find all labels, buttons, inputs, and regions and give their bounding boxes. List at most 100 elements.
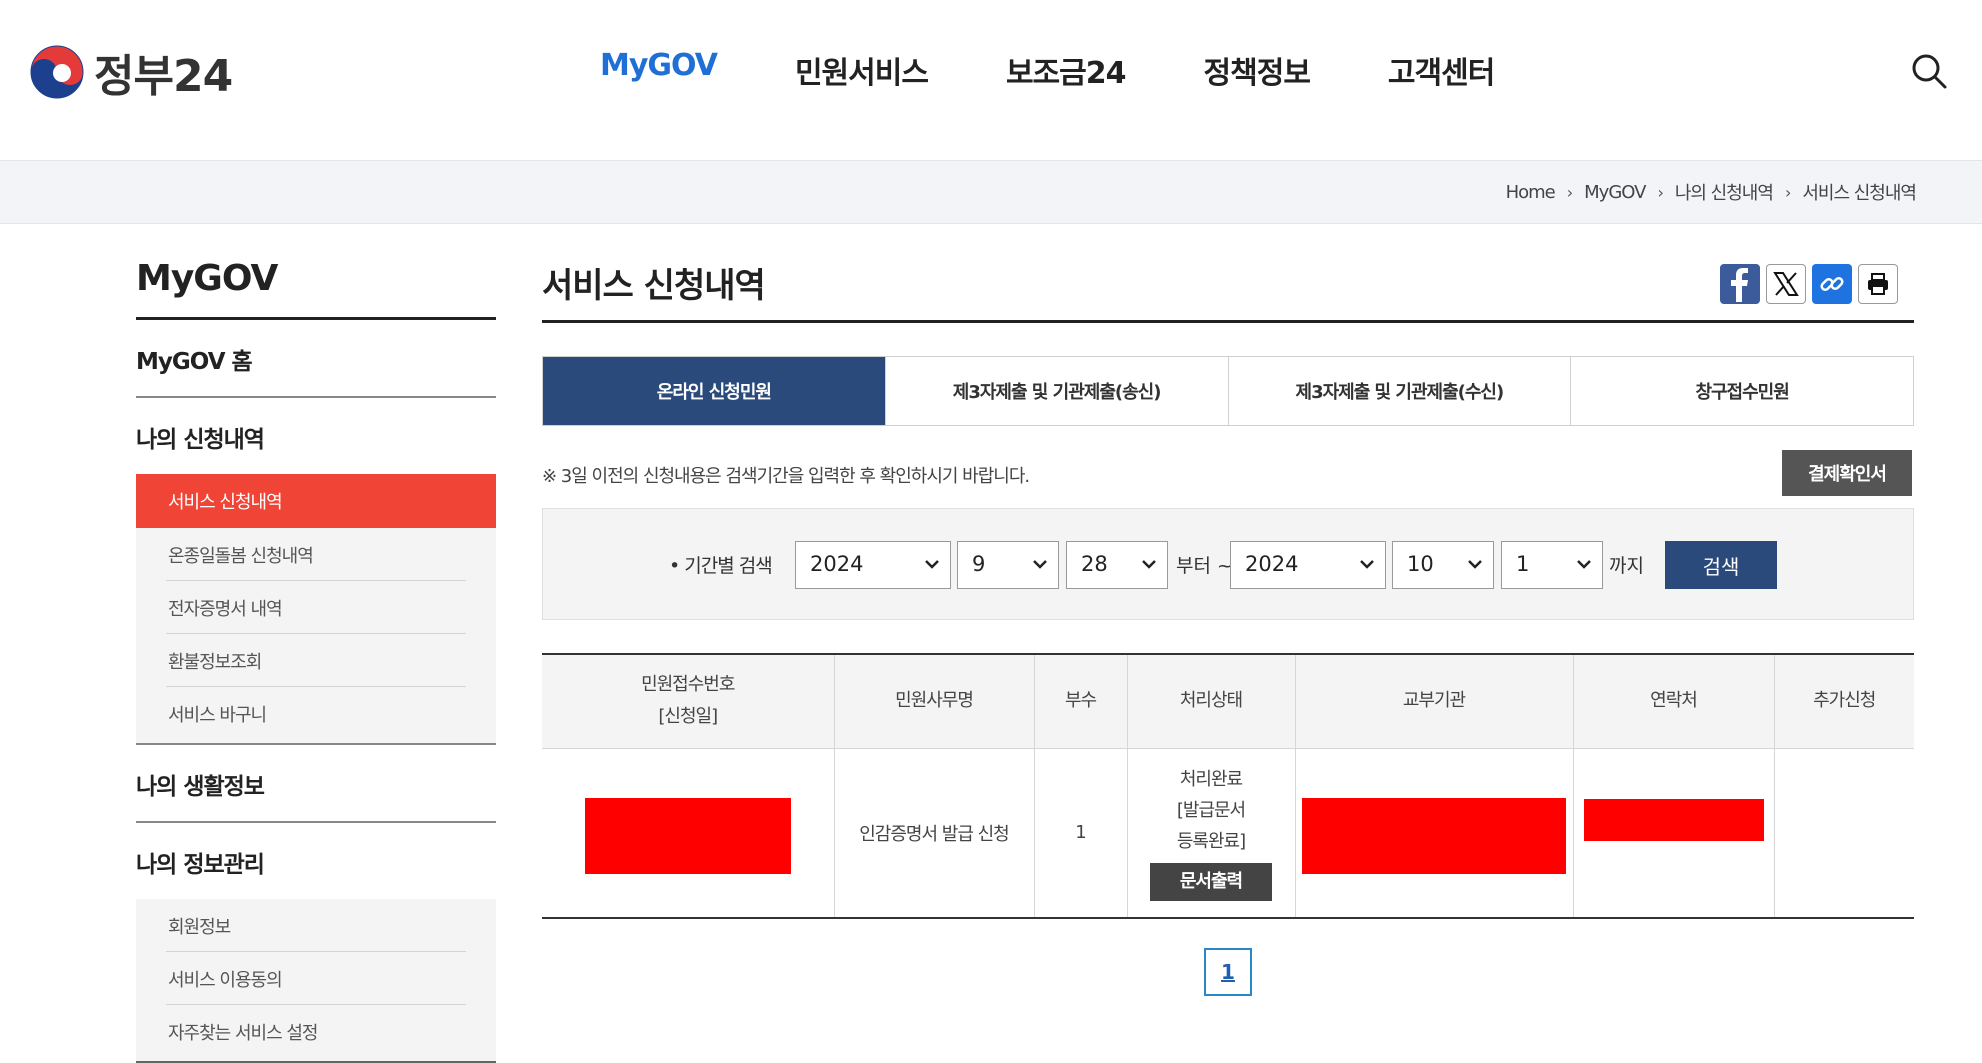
- sidebar-item-mygov-home[interactable]: MyGOV 홈: [136, 320, 496, 398]
- status-line-2: [발급문서: [1176, 800, 1246, 822]
- facebook-share-button[interactable]: [1720, 264, 1760, 304]
- main-content: 서비스 신청내역 온라인 신청민원 제3자제출 및 기관제출(송신) 제3자제출…: [542, 258, 1914, 996]
- redacted-receipt-number: [584, 798, 791, 875]
- breadcrumb-bar: Home › MyGOV › 나의 신청내역 › 서비스 신청내역: [0, 160, 1982, 224]
- chevron-down-icon: [1033, 560, 1047, 569]
- period-filter-label: • 기간별 검색: [669, 555, 773, 577]
- tab-third-party-sent[interactable]: 제3자제출 및 기관제출(송신): [884, 357, 1228, 425]
- cell-contact: [1572, 748, 1774, 918]
- pagination-page-1[interactable]: 1: [1204, 948, 1252, 996]
- redacted-issuing-agency: [1302, 798, 1566, 875]
- sidebar-item-my-requests[interactable]: 나의 신청내역: [136, 398, 496, 474]
- link-icon: [1820, 276, 1844, 292]
- chevron-right-icon: ›: [1657, 182, 1663, 202]
- nav-policy-info[interactable]: 정책정보: [1204, 48, 1311, 92]
- col-header-status: 처리상태: [1126, 654, 1295, 749]
- sidebar-item-favorite-services[interactable]: 자주찾는 서비스 설정: [166, 1005, 466, 1057]
- table-row: 인감증명서 발급 신청 1 처리완료 [발급문서 등록완료] 문서출력: [542, 748, 1914, 918]
- to-suffix: 까지: [1609, 555, 1644, 577]
- nav-customer-center[interactable]: 고객센터: [1388, 48, 1495, 92]
- request-table: 민원접수번호 [신청일] 민원사무명 부수 처리상태 교부기관 연락처 추가신청…: [542, 653, 1914, 919]
- cell-service-name: 인감증명서 발급 신청: [833, 748, 1034, 918]
- print-button[interactable]: [1858, 264, 1898, 304]
- sidebar-item-info-management[interactable]: 나의 정보관리: [136, 823, 496, 899]
- chevron-down-icon: [1577, 560, 1591, 569]
- redacted-contact: [1583, 799, 1764, 842]
- to-month-select[interactable]: 10: [1392, 541, 1494, 589]
- sidebar-item-service-requests[interactable]: 서비스 신청내역: [136, 474, 496, 528]
- period-search-button[interactable]: 검색: [1665, 541, 1777, 589]
- breadcrumb-home[interactable]: Home: [1506, 182, 1556, 203]
- cell-status: 처리완료 [발급문서 등록완료] 문서출력: [1126, 748, 1295, 918]
- period-filter: • 기간별 검색 2024 9 28 부터 ~ 2024 10 1 까지 검색: [542, 508, 1914, 620]
- status-line-3: 등록완료]: [1176, 831, 1246, 853]
- to-year-select[interactable]: 2024: [1230, 541, 1386, 589]
- sidebar-item-service-basket[interactable]: 서비스 바구니: [166, 687, 466, 739]
- col-header-request-date-label: [신청일]: [658, 706, 718, 728]
- chevron-right-icon: ›: [1566, 182, 1573, 202]
- chevron-down-icon: [1360, 560, 1374, 569]
- col-header-additional-request: 추가신청: [1773, 654, 1914, 749]
- from-month-select[interactable]: 9: [957, 541, 1059, 589]
- copy-link-button[interactable]: [1812, 264, 1852, 304]
- sidebar-item-allday-care[interactable]: 온종일돌봄 신청내역: [166, 528, 466, 581]
- taegeuk-logo-icon: [30, 45, 84, 99]
- tab-third-party-received[interactable]: 제3자제출 및 기관제출(수신): [1227, 357, 1571, 425]
- request-tabs: 온라인 신청민원 제3자제출 및 기관제출(송신) 제3자제출 및 기관제출(수…: [542, 356, 1914, 426]
- from-year-value: 2024: [810, 552, 864, 576]
- printer-icon: [1868, 273, 1888, 295]
- chevron-down-icon: [1468, 560, 1482, 569]
- sidebar-item-e-certificate[interactable]: 전자증명서 내역: [166, 581, 466, 634]
- to-year-value: 2024: [1245, 552, 1299, 576]
- sidebar-item-service-consent[interactable]: 서비스 이용동의: [166, 952, 466, 1005]
- print-document-button[interactable]: 문서출력: [1150, 863, 1272, 902]
- breadcrumb-service-requests[interactable]: 서비스 신청내역: [1802, 179, 1917, 205]
- share-toolbar: [1720, 264, 1898, 304]
- x-share-button[interactable]: [1766, 264, 1806, 304]
- col-header-issuing-agency: 교부기관: [1294, 654, 1573, 749]
- col-header-copies: 부수: [1033, 654, 1127, 749]
- table-header-row: 민원접수번호 [신청일] 민원사무명 부수 처리상태 교부기관 연락처 추가신청: [542, 654, 1914, 749]
- chevron-down-icon: [1142, 560, 1156, 569]
- tab-counter-requests[interactable]: 창구접수민원: [1570, 357, 1913, 425]
- to-month-value: 10: [1407, 552, 1434, 576]
- cell-receipt-number: [542, 748, 834, 918]
- col-header-contact: 연락처: [1572, 654, 1774, 749]
- chevron-down-icon: [925, 560, 939, 569]
- sidebar-item-member-info[interactable]: 회원정보: [166, 899, 466, 952]
- sidebar-submenu-info: 회원정보 서비스 이용동의 자주찾는 서비스 설정: [136, 899, 496, 1061]
- site-header: 정부24 MyGOV 민원서비스 보조금24 정책정보 고객센터: [0, 0, 1982, 160]
- nav-civil-service[interactable]: 민원서비스: [795, 48, 929, 92]
- col-header-receipt-number: 민원접수번호 [신청일]: [542, 654, 834, 749]
- sidebar-item-refund-info[interactable]: 환불정보조회: [166, 634, 466, 687]
- tab-online-requests[interactable]: 온라인 신청민원: [543, 357, 885, 425]
- page-title: 서비스 신청내역: [542, 266, 766, 306]
- title-divider: [542, 320, 1914, 323]
- sidebar-menu: MyGOV 홈 나의 신청내역 서비스 신청내역 온종일돌봄 신청내역 전자증명…: [136, 320, 496, 1063]
- from-day-select[interactable]: 28: [1066, 541, 1168, 589]
- breadcrumb: Home › MyGOV › 나의 신청내역 › 서비스 신청내역: [1506, 179, 1917, 205]
- search-icon[interactable]: [1910, 52, 1948, 90]
- nav-mygov[interactable]: MyGOV: [600, 48, 718, 92]
- from-suffix: 부터 ~: [1176, 555, 1233, 577]
- cell-copies: 1: [1033, 748, 1127, 918]
- payment-receipt-button[interactable]: 결제확인서: [1782, 450, 1912, 496]
- sidebar-title: MyGOV: [136, 258, 496, 320]
- to-day-value: 1: [1516, 552, 1530, 576]
- col-header-receipt-number-label: 민원접수번호: [641, 674, 735, 696]
- nav-subsidy24[interactable]: 보조금24: [1006, 48, 1127, 92]
- from-year-select[interactable]: 2024: [795, 541, 951, 589]
- period-notice: ※ 3일 이전의 신청내용은 검색기간을 입력한 후 확인하시기 바랍니다.: [542, 466, 1030, 487]
- breadcrumb-mygov[interactable]: MyGOV: [1584, 182, 1646, 203]
- sidebar-item-life-info[interactable]: 나의 생활정보: [136, 745, 496, 823]
- site-logo[interactable]: 정부24: [28, 40, 233, 104]
- to-day-select[interactable]: 1: [1501, 541, 1603, 589]
- cell-issuing-agency: [1294, 748, 1573, 918]
- from-day-value: 28: [1081, 552, 1108, 576]
- chevron-right-icon: ›: [1784, 182, 1791, 202]
- sidebar-submenu-requests: 서비스 신청내역 온종일돌봄 신청내역 전자증명서 내역 환불정보조회 서비스 …: [136, 474, 496, 745]
- cell-additional-request: [1773, 748, 1914, 918]
- main-nav: MyGOV 민원서비스 보조금24 정책정보 고객센터: [600, 48, 1495, 92]
- from-month-value: 9: [972, 552, 986, 576]
- breadcrumb-my-requests[interactable]: 나의 신청내역: [1675, 179, 1774, 205]
